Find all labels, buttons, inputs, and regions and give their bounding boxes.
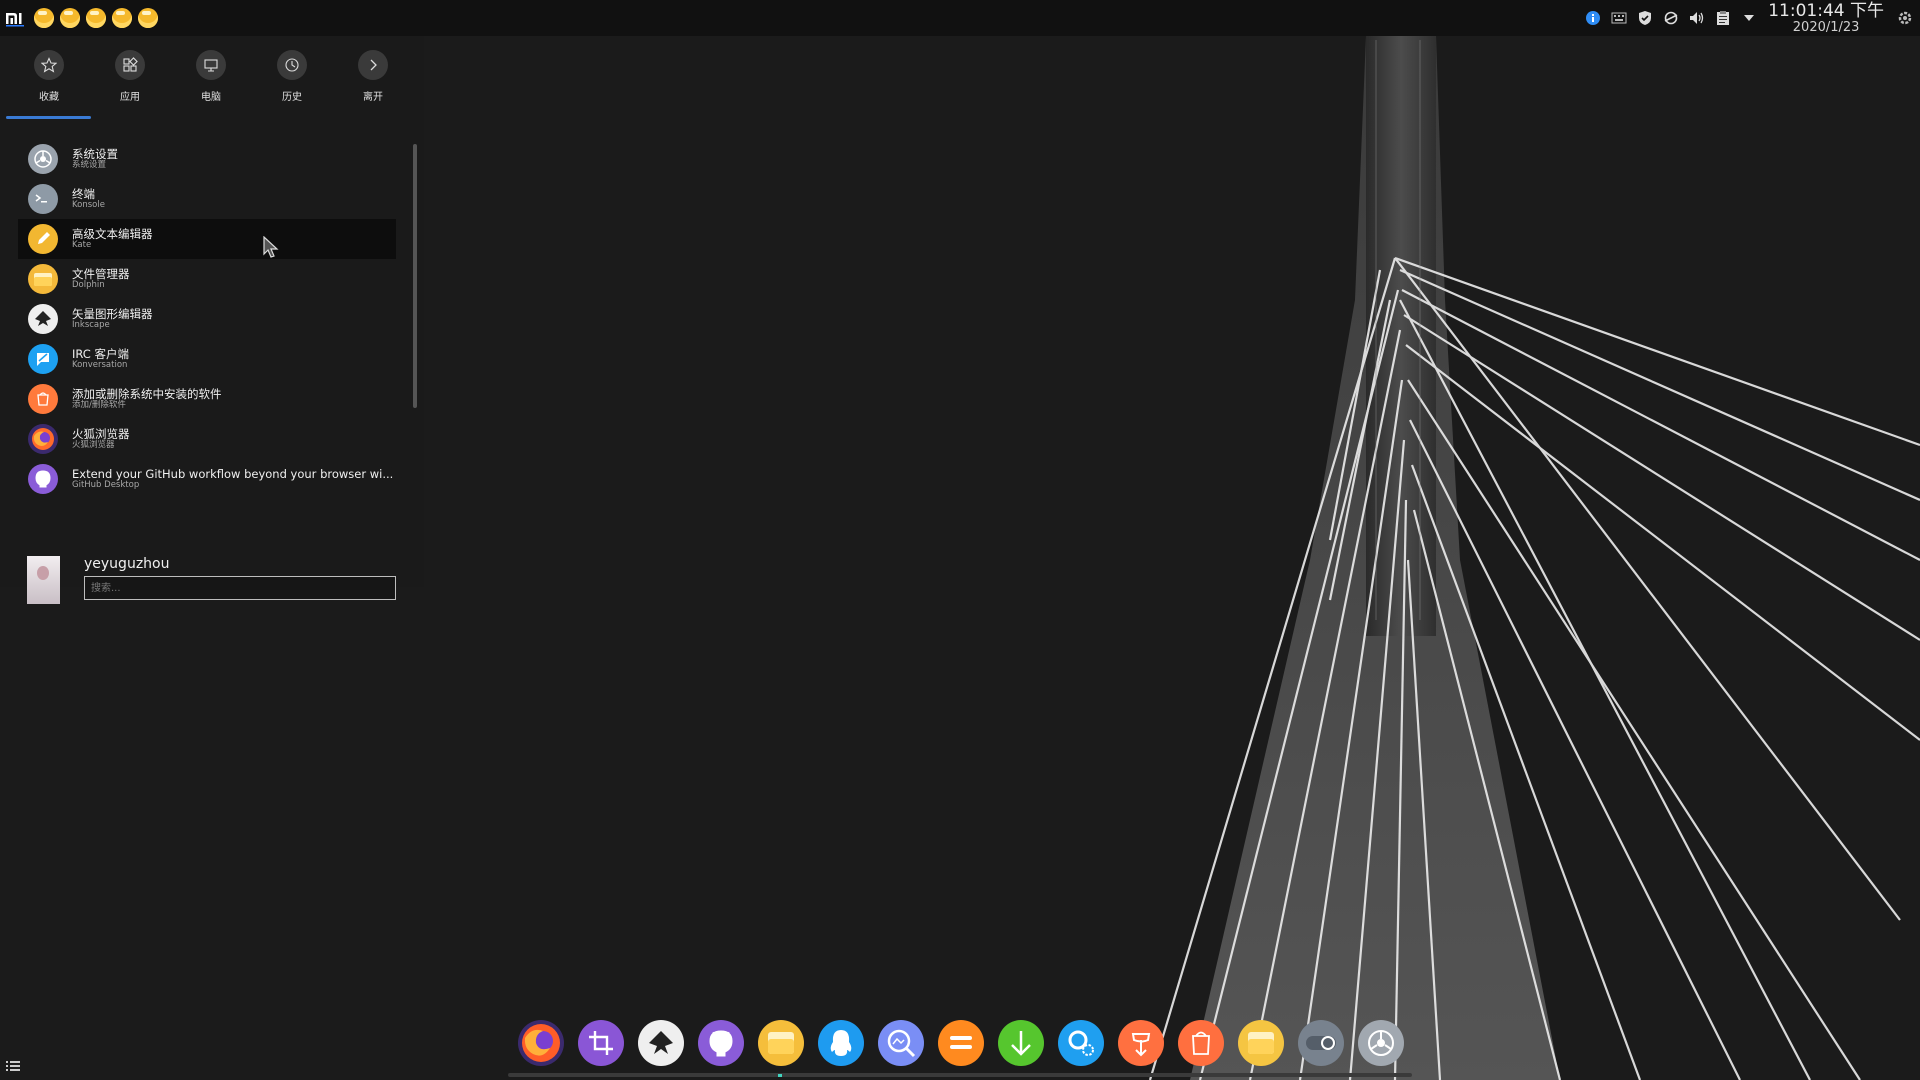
tab-favorites[interactable]: 收藏: [9, 50, 89, 103]
system-settings-icon: [28, 144, 58, 174]
tab-label: 离开: [363, 92, 383, 103]
app-title: 高级文本编辑器: [72, 226, 153, 241]
folder-icon: [28, 264, 58, 294]
app-subtitle: Dolphin: [72, 279, 105, 290]
running-indicator: [778, 1074, 782, 1077]
list-item[interactable]: 高级文本编辑器 Kate: [18, 219, 396, 259]
package-installer-icon[interactable]: [1118, 1020, 1164, 1066]
mouse-cursor-icon: [263, 236, 279, 258]
list-item[interactable]: 文件管理器 Dolphin: [18, 259, 396, 299]
kate-pen-icon: [28, 224, 58, 254]
dock-bar: [508, 1073, 1412, 1077]
pinned-file-manager-icon[interactable]: [60, 8, 80, 28]
keyboard-icon[interactable]: [1610, 9, 1628, 27]
list-item[interactable]: Extend your GitHub workflow beyond your …: [18, 459, 396, 499]
app-list-scrollbar[interactable]: [413, 144, 417, 408]
app-subtitle: 添加/删除软件: [72, 399, 126, 410]
app-subtitle: 系统设置: [72, 159, 107, 170]
app-title: 终端: [72, 186, 95, 201]
app-subtitle: GitHub Desktop: [72, 479, 140, 490]
tab-history[interactable]: 历史: [252, 50, 332, 103]
file-manager-icon[interactable]: [758, 1020, 804, 1066]
info-icon[interactable]: [1584, 9, 1602, 27]
github-icon: [28, 464, 58, 494]
list-item[interactable]: 终端 Konsole: [18, 179, 396, 219]
mi-logo-icon[interactable]: [2, 0, 28, 36]
application-launcher: 收藏 应用 电脑 历史 离开 系统设置 系统设置 终端 Konsole 高级文本…: [0, 36, 424, 604]
expand-arrow-icon[interactable]: [1740, 9, 1758, 27]
inkscape-icon[interactable]: [638, 1020, 684, 1066]
clock-icon: [277, 50, 307, 80]
shop-bag-icon[interactable]: [1178, 1020, 1224, 1066]
chat-bubble-icon: [28, 344, 58, 374]
app-subtitle: Konversation: [72, 359, 128, 370]
app-subtitle: 火狐浏览器: [72, 439, 115, 450]
monitor-icon: [196, 50, 226, 80]
toggle-switch-icon[interactable]: [1298, 1020, 1344, 1066]
app-subtitle: Konsole: [72, 199, 105, 210]
firefox-icon[interactable]: [518, 1020, 564, 1066]
sync-icon[interactable]: [1662, 9, 1680, 27]
shield-icon[interactable]: [1636, 9, 1654, 27]
system-settings-icon[interactable]: [1358, 1020, 1404, 1066]
avatar[interactable]: [27, 556, 60, 604]
github-icon[interactable]: [698, 1020, 744, 1066]
system-tray: 11:01:44 下午 2020/1/23: [1580, 0, 1920, 36]
qq-penguin-icon[interactable]: [818, 1020, 864, 1066]
clock-date: 2020/1/23: [1792, 19, 1860, 35]
tab-leave[interactable]: 离开: [333, 50, 413, 103]
tab-label: 应用: [120, 92, 140, 103]
apps-grid-icon: [115, 50, 145, 80]
star-icon: [34, 50, 64, 80]
app-title: 矢量图形编辑器: [72, 306, 153, 321]
clock[interactable]: 11:01:44 下午 2020/1/23: [1768, 0, 1884, 35]
download-arrow-icon[interactable]: [998, 1020, 1044, 1066]
list-item[interactable]: 系统设置 系统设置: [18, 139, 396, 179]
app-title: 系统设置: [72, 146, 118, 161]
firefox-icon: [28, 424, 58, 454]
tab-label: 电脑: [201, 92, 221, 103]
app-title: 火狐浏览器: [72, 426, 130, 441]
tab-computer[interactable]: 电脑: [171, 50, 251, 103]
list-item[interactable]: 矢量图形编辑器 Inkscape: [18, 299, 396, 339]
shop-bag-icon: [28, 384, 58, 414]
dock: [508, 1016, 1412, 1080]
list-item[interactable]: 添加或删除系统中安装的软件 添加/删除软件: [18, 379, 396, 419]
app-title: Extend your GitHub workflow beyond your …: [72, 466, 394, 481]
active-tab-indicator: [6, 116, 91, 119]
favorites-app-list: 系统设置 系统设置 终端 Konsole 高级文本编辑器 Kate 文件管理器 Dolp…: [18, 139, 396, 499]
terminal-icon: [28, 184, 58, 214]
image-viewer-icon[interactable]: [878, 1020, 924, 1066]
screenshot-crop-icon[interactable]: [578, 1020, 624, 1066]
pinned-file-manager-icon[interactable]: [112, 8, 132, 28]
list-item[interactable]: IRC 客户端 Konversation: [18, 339, 396, 379]
list-item[interactable]: 火狐浏览器 火狐浏览器: [18, 419, 396, 459]
pinned-file-manager-icon[interactable]: [86, 8, 106, 28]
pinned-file-manager-icon[interactable]: [34, 8, 54, 28]
app-title: IRC 客户端: [72, 346, 129, 361]
pinned-file-manager-icon[interactable]: [138, 8, 158, 28]
tab-label: 收藏: [39, 92, 59, 103]
search-input[interactable]: [84, 576, 396, 600]
folder-icon[interactable]: [1238, 1020, 1284, 1066]
app-title: 添加或删除系统中安装的软件: [72, 386, 222, 401]
volume-icon[interactable]: [1688, 9, 1706, 27]
chevron-right-icon: [358, 50, 388, 80]
calculator-icon[interactable]: [938, 1020, 984, 1066]
app-subtitle: Kate: [72, 239, 92, 250]
settings-gear-icon[interactable]: [1896, 9, 1914, 27]
app-title: 文件管理器: [72, 266, 130, 281]
list-menu-icon[interactable]: [6, 1060, 20, 1072]
username: yeyuguzhou: [84, 556, 170, 572]
top-panel: 11:01:44 下午 2020/1/23: [0, 0, 1920, 36]
tab-label: 历史: [282, 92, 302, 103]
tab-applications[interactable]: 应用: [90, 50, 170, 103]
inkscape-icon: [28, 304, 58, 334]
config-gear-icon[interactable]: [1058, 1020, 1104, 1066]
clock-time: 11:01:44 下午: [1768, 0, 1884, 21]
user-panel: yeyuguzhou: [27, 556, 407, 606]
launcher-tabs: 收藏 应用 电脑 历史 离开: [0, 36, 424, 120]
clipboard-icon[interactable]: [1714, 9, 1732, 27]
app-subtitle: Inkscape: [72, 319, 110, 330]
